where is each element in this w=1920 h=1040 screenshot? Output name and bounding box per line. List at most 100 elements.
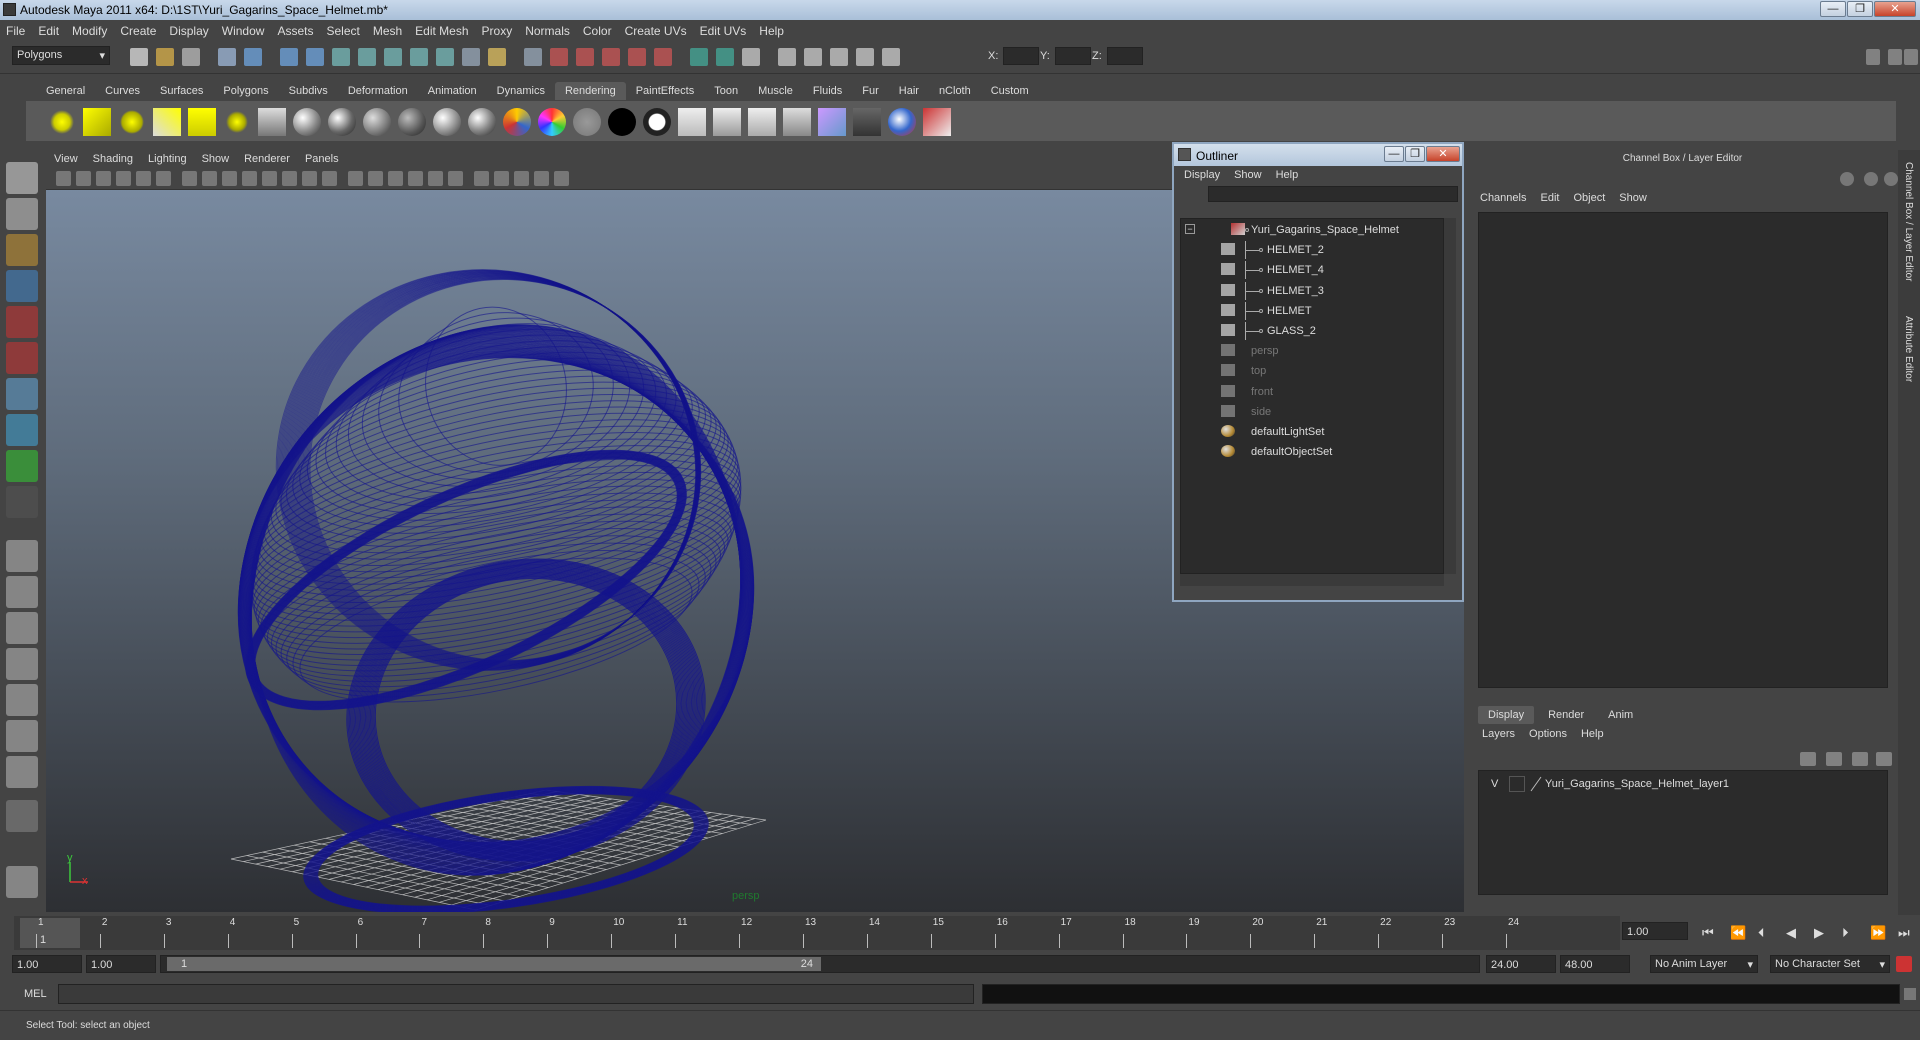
- viewport-tool-icon[interactable]: [302, 171, 317, 186]
- single-pane-layout-icon[interactable]: [6, 540, 38, 572]
- menu-file[interactable]: File: [6, 24, 25, 38]
- current-frame-field[interactable]: 1.00: [1622, 922, 1688, 940]
- viewport-tool-icon[interactable]: [222, 171, 237, 186]
- shelf-tab-curves[interactable]: Curves: [95, 82, 150, 100]
- viewport-tool-icon[interactable]: [554, 171, 569, 186]
- persp-graph-layout-icon[interactable]: [6, 648, 38, 680]
- lambert-shader-icon[interactable]: [363, 108, 391, 136]
- animation-end-field[interactable]: 48.00: [1560, 955, 1630, 973]
- viewport-menu-show[interactable]: Show: [202, 153, 230, 165]
- persp-outliner-layout-icon[interactable]: [6, 720, 38, 752]
- shelf-tab-custom[interactable]: Custom: [981, 82, 1039, 100]
- viewport-tool-icon[interactable]: [156, 171, 171, 186]
- shelf-tab-fluids[interactable]: Fluids: [803, 82, 852, 100]
- batch-render-icon[interactable]: [853, 108, 881, 136]
- scale-tool-icon[interactable]: [6, 342, 38, 374]
- channel-box-option-icon[interactable]: [1864, 172, 1878, 186]
- status-tool-icon[interactable]: [384, 48, 402, 66]
- viewport-menu-lighting[interactable]: Lighting: [148, 153, 187, 165]
- outliner-item-yuri-gagarins-space-helmet[interactable]: Yuri_Gagarins_Space_Helmet: [1181, 221, 1421, 239]
- custom-layout-icon[interactable]: [6, 800, 38, 832]
- minimize-button[interactable]: —: [1820, 1, 1846, 17]
- layer-tab-render[interactable]: Render: [1538, 706, 1594, 724]
- step-back-key-icon[interactable]: ⏪: [1730, 925, 1746, 941]
- script-layout-icon[interactable]: [6, 756, 38, 788]
- select-tool-icon[interactable]: [6, 162, 38, 194]
- viewport-tool-icon[interactable]: [116, 171, 131, 186]
- y-field[interactable]: [1055, 47, 1091, 65]
- viewport-tool-icon[interactable]: [76, 171, 91, 186]
- shelf-tab-rendering[interactable]: Rendering: [554, 82, 626, 100]
- x-field[interactable]: [1003, 47, 1039, 65]
- outliner-hscrollbar[interactable]: [1180, 574, 1444, 586]
- viewport-tool-icon[interactable]: [388, 171, 403, 186]
- viewport-tool-icon[interactable]: [494, 171, 509, 186]
- status-tool-icon[interactable]: [524, 48, 542, 66]
- status-tool-icon[interactable]: [550, 48, 568, 66]
- shelf-tab-general[interactable]: General: [36, 82, 95, 100]
- directional-light-icon[interactable]: [83, 108, 111, 136]
- soft-mod-icon[interactable]: [6, 414, 38, 446]
- outliner-item-helmet-4[interactable]: HELMET_4: [1181, 261, 1421, 280]
- shelf-tab-muscle[interactable]: Muscle: [748, 82, 803, 100]
- menu-edit[interactable]: Edit: [38, 24, 59, 38]
- point-light-icon[interactable]: [118, 108, 146, 136]
- layer-playback-toggle[interactable]: [1509, 776, 1525, 792]
- outliner-item-persp[interactable]: persp: [1181, 342, 1421, 360]
- channel-menu-object[interactable]: Object: [1573, 192, 1605, 204]
- phong-shader-icon[interactable]: [433, 108, 461, 136]
- blinn-shader-icon[interactable]: [328, 108, 356, 136]
- manipulator-icon[interactable]: [6, 378, 38, 410]
- outliner-item-top[interactable]: top: [1181, 362, 1421, 380]
- outliner-menu-help[interactable]: Help: [1276, 169, 1299, 181]
- shading-map-icon[interactable]: [643, 108, 671, 136]
- status-tool-icon[interactable]: [306, 48, 324, 66]
- channel-menu-show[interactable]: Show: [1619, 192, 1647, 204]
- viewport-menu-panels[interactable]: Panels: [305, 153, 339, 165]
- anim-layer-dropdown[interactable]: No Anim Layer ▾: [1650, 955, 1758, 973]
- status-tool-icon[interactable]: [462, 48, 480, 66]
- time-slider[interactable]: 1 1 2 3 4 5 6 7 8 9 10 11 12 13 14 15 16 17 18 19 20 21 22 23 2…: [14, 916, 1620, 950]
- shelf-tab-toon[interactable]: Toon: [704, 82, 748, 100]
- layer-list[interactable]: V Yuri_Gagarins_Space_Helmet_layer1: [1478, 770, 1888, 895]
- script-editor-icon[interactable]: [1904, 988, 1916, 1000]
- outliner-item-helmet-2[interactable]: HELMET_2: [1181, 241, 1421, 260]
- menu-mesh[interactable]: Mesh: [373, 24, 402, 38]
- layer-menu-options[interactable]: Options: [1529, 728, 1567, 740]
- viewport-tool-icon[interactable]: [242, 171, 257, 186]
- outliner-titlebar[interactable]: Outliner — ❐ ✕: [1174, 144, 1462, 166]
- menu-proxy[interactable]: Proxy: [482, 24, 513, 38]
- status-tool-icon[interactable]: [602, 48, 620, 66]
- layered-shader-icon[interactable]: [398, 108, 426, 136]
- ambient-light-icon[interactable]: [48, 108, 76, 136]
- viewport-tool-icon[interactable]: [202, 171, 217, 186]
- outliner-menu-display[interactable]: Display: [1184, 169, 1220, 181]
- outliner-item-defaultobjectset[interactable]: defaultObjectSet: [1181, 443, 1421, 461]
- status-tool-icon[interactable]: [830, 48, 848, 66]
- status-tool-icon[interactable]: [358, 48, 376, 66]
- status-tool-icon[interactable]: [488, 48, 506, 66]
- menu-normals[interactable]: Normals: [525, 24, 570, 38]
- lasso-tool-icon[interactable]: [6, 198, 38, 230]
- phong-e-shader-icon[interactable]: [468, 108, 496, 136]
- use-background-icon[interactable]: [608, 108, 636, 136]
- outliner-filter-input[interactable]: [1208, 186, 1458, 202]
- play-backward-icon[interactable]: ◀: [1786, 925, 1796, 941]
- last-tool-icon[interactable]: [6, 486, 38, 518]
- viewport-tool-icon[interactable]: [534, 171, 549, 186]
- go-to-end-icon[interactable]: ⏭: [1898, 925, 1910, 941]
- channel-box-area[interactable]: [1478, 212, 1888, 688]
- mel-label[interactable]: MEL: [24, 988, 47, 1000]
- menu-set-dropdown[interactable]: Polygons ▾: [12, 46, 110, 65]
- playback-end-field[interactable]: 24.00: [1486, 955, 1556, 973]
- viewport-tool-icon[interactable]: [448, 171, 463, 186]
- render-current-icon[interactable]: [713, 108, 741, 136]
- shelf-tab-deformation[interactable]: Deformation: [338, 82, 418, 100]
- status-tool-icon[interactable]: [182, 48, 200, 66]
- status-tool-icon[interactable]: [410, 48, 428, 66]
- viewport-tool-icon[interactable]: [368, 171, 383, 186]
- layer-action-icon[interactable]: [1826, 752, 1842, 766]
- shelf-tab-polygons[interactable]: Polygons: [213, 82, 278, 100]
- status-tool-icon[interactable]: [716, 48, 734, 66]
- viewport-tool-icon[interactable]: [182, 171, 197, 186]
